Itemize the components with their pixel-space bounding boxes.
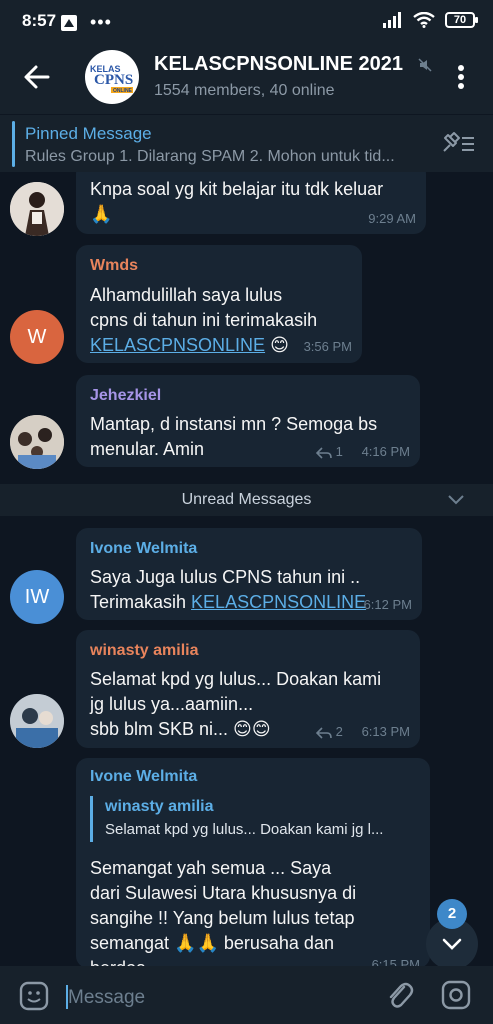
quoted-sender-name: winasty amilia <box>105 798 214 815</box>
message-time: 6:15 PM <box>371 957 420 966</box>
message-bubble[interactable]: Knpa soal yg kit belajar itu tdk keluar … <box>76 172 426 234</box>
avatar-initials: W <box>27 325 47 348</box>
message-link[interactable]: KELASCPNSONLINE <box>191 592 366 612</box>
message-link[interactable]: KELASCPNSONLINE <box>90 335 265 355</box>
sender-avatar[interactable] <box>10 415 64 469</box>
message-text-line: KELASCPNSONLINE 😊 <box>90 333 289 358</box>
chevron-down-icon[interactable] <box>447 492 465 506</box>
message-bubble[interactable]: Ivone Welmita Saya Juga lulus CPNS tahun… <box>76 528 422 620</box>
reply-count[interactable]: 2 <box>315 724 343 739</box>
message-list[interactable]: Knpa soal yg kit belajar itu tdk keluar … <box>0 172 493 966</box>
group-subtitle: 1554 members, 40 online <box>154 82 335 99</box>
pinned-title: Pinned Message <box>25 124 152 143</box>
wifi-icon <box>413 12 435 28</box>
reply-count-value: 2 <box>335 724 343 739</box>
message-time: 6:12 PM <box>363 597 412 612</box>
message-text-line: Terimakasih KELASCPNSONLINE <box>90 590 366 615</box>
message-time: 3:56 PM <box>303 339 352 354</box>
avatar-initials: IW <box>24 585 50 608</box>
message-text-part: Terimakasih <box>90 592 187 612</box>
message-text-line: Knpa soal yg kit belajar itu tdk keluar <box>90 179 384 199</box>
message-bubble[interactable]: Jehezkiel Mantap, d instansi mn ? Semoga… <box>76 375 420 467</box>
app-notification-icon <box>61 14 77 31</box>
pinned-accent-bar <box>12 121 15 167</box>
sender-avatar[interactable]: IW <box>10 570 64 624</box>
message-text-line: jg lulus ya...aamiin... <box>90 694 254 714</box>
message-text-line: Alhamdulillah saya lulus <box>90 285 283 305</box>
unread-label: Unread Messages <box>181 491 312 508</box>
unread-count-badge: 2 <box>437 899 467 929</box>
message-bubble[interactable]: winasty amilia Selamat kpd yg lulus... D… <box>76 630 420 748</box>
message-bubble[interactable]: Ivone Welmita winasty amilia Selamat kpd… <box>76 758 430 966</box>
mute-icon <box>418 58 432 72</box>
message-composer: Message <box>0 966 493 1024</box>
message-time: 4:16 PM <box>361 444 410 459</box>
sender-name[interactable]: Ivone Welmita <box>90 540 197 558</box>
avatar-logo-text-3: ONLINE <box>113 88 133 94</box>
status-time: 8:57 <box>22 11 57 30</box>
message-time: 9:29 AM <box>368 211 416 226</box>
message-text-line: sbb blm SKB ni... 😊😊 <box>90 719 271 739</box>
message-text-line: Selamat kpd yg lulus... Doakan kami <box>90 669 382 689</box>
message-text-line: cpns di tahun ini terimakasih <box>90 310 318 330</box>
message-text-line: sangihe !! Yang belum lulus tetap <box>90 908 355 928</box>
reply-icon <box>315 446 332 459</box>
message-text-line: berdoa <box>90 956 146 966</box>
pinned-text: Rules Group 1. Dilarang SPAM 2. Mohon un… <box>25 148 395 165</box>
sender-avatar[interactable]: W <box>10 310 64 364</box>
message-text-line: menular. Amin <box>90 439 205 459</box>
message-text-line: dari Sulawesi Utara khususnya di <box>90 883 357 903</box>
message-text-line: Semangat yah semua ... Saya <box>90 858 332 878</box>
message-bubble[interactable]: Wmds Alhamdulillah saya lulus cpns di ta… <box>76 245 362 363</box>
message-text-line: semangat 🙏🙏 berusaha dan <box>90 933 334 953</box>
sender-name[interactable]: Jehezkiel <box>90 387 161 405</box>
chat-header: KELAS CPNS ONLINE KELASCPNSONLINE 2021 1… <box>0 40 493 114</box>
sender-name[interactable]: Ivone Welmita <box>90 768 197 786</box>
group-title[interactable]: KELASCPNSONLINE 2021 <box>154 53 403 76</box>
message-text-line: Saya Juga lulus CPNS tahun ini .. <box>90 567 361 587</box>
sticker-emoji-icon[interactable] <box>18 980 50 1012</box>
reply-count[interactable]: 1 <box>315 444 343 459</box>
avatar-logo-text-2: CPNS <box>94 72 133 88</box>
sender-name[interactable]: winasty amilia <box>90 642 199 660</box>
group-avatar[interactable]: KELAS CPNS ONLINE <box>85 50 139 104</box>
status-bar: 8:57 ••• 70 <box>0 0 493 40</box>
more-notifications-icon: ••• <box>90 12 112 32</box>
reply-count-value: 1 <box>335 444 343 459</box>
more-options-icon[interactable] <box>447 60 475 94</box>
message-text-line: 🙏 <box>90 204 113 224</box>
message-time: 6:13 PM <box>361 724 410 739</box>
attach-icon[interactable] <box>384 979 414 1011</box>
quoted-message[interactable]: winasty amilia Selamat kpd yg lulus... D… <box>90 796 383 842</box>
pinned-message[interactable]: Pinned Message Rules Group 1. Dilarang S… <box>0 114 493 172</box>
reply-icon <box>315 726 332 739</box>
battery-indicator: 70 <box>445 12 478 28</box>
back-arrow-icon[interactable] <box>20 60 54 94</box>
sender-avatar[interactable] <box>10 694 64 748</box>
message-text-line: Mantap, d instansi mn ? Semoga bs <box>90 414 378 434</box>
pinned-list-icon[interactable] <box>441 131 477 155</box>
signal-icon <box>383 12 401 28</box>
quoted-text: Selamat kpd yg lulus... Doakan kami jg l… <box>105 821 384 838</box>
sender-name[interactable]: Wmds <box>90 257 138 275</box>
sender-avatar[interactable] <box>10 182 64 236</box>
smile-emoji: 😊 <box>270 335 289 355</box>
camera-icon[interactable] <box>440 979 472 1011</box>
message-input[interactable]: Message <box>68 987 145 1009</box>
unread-messages-divider: Unread Messages <box>0 484 493 516</box>
